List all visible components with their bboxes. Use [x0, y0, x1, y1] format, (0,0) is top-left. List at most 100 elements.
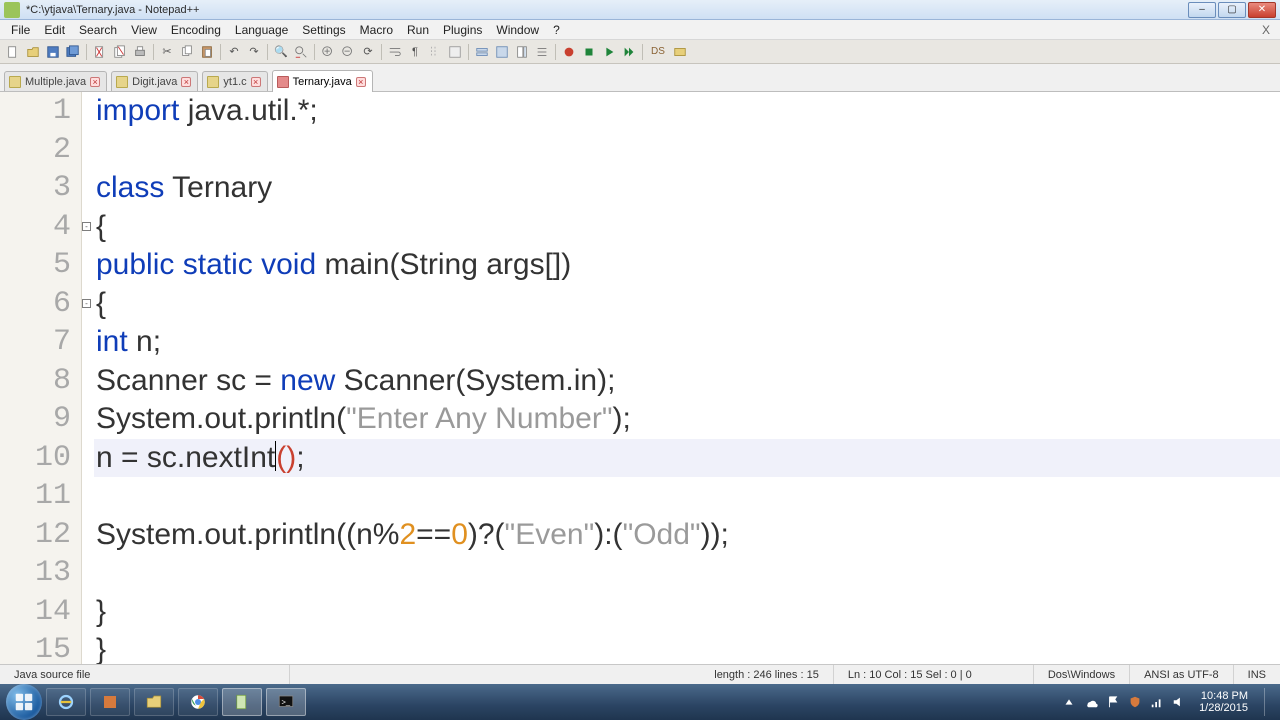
tab-label: yt1.c	[223, 76, 246, 88]
code-area[interactable]: import java.util.*;class Ternary{public …	[94, 92, 1280, 664]
tab-digit[interactable]: Digit.java×	[111, 71, 198, 91]
tab-close-icon[interactable]: ×	[251, 77, 261, 87]
tab-ternary[interactable]: Ternary.java ×	[272, 70, 373, 92]
tray-volume-icon[interactable]	[1171, 694, 1187, 710]
start-button[interactable]	[6, 684, 42, 720]
line-number: 3	[0, 169, 81, 208]
tb-copy-icon[interactable]	[178, 43, 196, 61]
tb-stop-icon[interactable]	[580, 43, 598, 61]
tray-shield-icon[interactable]	[1127, 694, 1143, 710]
tb-paste-icon[interactable]	[198, 43, 216, 61]
code-line[interactable]: int n;	[94, 323, 1280, 362]
code-line[interactable]	[94, 554, 1280, 593]
tb-new-icon[interactable]	[4, 43, 22, 61]
code-line[interactable]	[94, 131, 1280, 170]
code-line[interactable]: System.out.println((n%2==0)?("Even"):("O…	[94, 516, 1280, 555]
menu-view[interactable]: View	[124, 21, 164, 39]
menu-search[interactable]: Search	[72, 21, 124, 39]
tb-lang-icon[interactable]	[446, 43, 464, 61]
menu-x-hint[interactable]: X	[1262, 23, 1276, 37]
task-notepadpp[interactable]	[222, 688, 262, 716]
tb-save-icon[interactable]	[44, 43, 62, 61]
task-app-1[interactable]	[90, 688, 130, 716]
menu-edit[interactable]: Edit	[37, 21, 72, 39]
menu-window[interactable]: Window	[489, 21, 546, 39]
task-ie[interactable]	[46, 688, 86, 716]
code-line[interactable]: public static void main(String args[])	[94, 246, 1280, 285]
file-icon	[116, 76, 128, 88]
tb-find-icon[interactable]: 🔍	[272, 43, 290, 61]
tb-wordwrap-icon[interactable]	[386, 43, 404, 61]
code-line[interactable]: }	[94, 631, 1280, 664]
close-button[interactable]: ✕	[1248, 2, 1276, 18]
tb-close-icon[interactable]	[91, 43, 109, 61]
menu-encoding[interactable]: Encoding	[164, 21, 228, 39]
tb-fold-icon[interactable]	[473, 43, 491, 61]
tb-undo-icon[interactable]: ↶	[225, 43, 243, 61]
line-number: 2	[0, 131, 81, 170]
menu-file[interactable]: File	[4, 21, 37, 39]
tb-play-multi-icon[interactable]	[620, 43, 638, 61]
task-explorer[interactable]	[134, 688, 174, 716]
menu-help[interactable]: ?	[546, 21, 567, 39]
tb-zoom-out-icon[interactable]	[339, 43, 357, 61]
tb-close-all-icon[interactable]	[111, 43, 129, 61]
tb-indent-guide-icon[interactable]	[426, 43, 444, 61]
code-line[interactable]: {	[94, 285, 1280, 324]
chrome-icon	[189, 693, 207, 711]
menu-run[interactable]: Run	[400, 21, 436, 39]
taskbar-clock[interactable]: 10:48 PM 1/28/2015	[1193, 690, 1254, 714]
tb-docmap-icon[interactable]	[513, 43, 531, 61]
fold-column[interactable]: --	[82, 92, 94, 664]
tb-play-icon[interactable]	[600, 43, 618, 61]
menu-macro[interactable]: Macro	[353, 21, 400, 39]
code-line[interactable]: System.out.println("Enter Any Number");	[94, 400, 1280, 439]
fold-toggle-icon[interactable]: -	[82, 222, 91, 231]
task-cmd[interactable]: >_	[266, 688, 306, 716]
tb-zoom-in-icon[interactable]	[319, 43, 337, 61]
tray-network-icon[interactable]	[1149, 694, 1165, 710]
tab-multiple[interactable]: Multiple.java×	[4, 71, 107, 91]
editor[interactable]: 123456789101112131415 -- import java.uti…	[0, 92, 1280, 664]
tb-ds-icon[interactable]: DS	[647, 43, 669, 61]
tb-replace-icon[interactable]	[292, 43, 310, 61]
line-number: 14	[0, 593, 81, 632]
minimize-button[interactable]: –	[1188, 2, 1216, 18]
tb-save-all-icon[interactable]	[64, 43, 82, 61]
tb-sync-icon[interactable]: ⟳	[359, 43, 377, 61]
code-line[interactable]	[94, 477, 1280, 516]
tab-close-icon[interactable]: ×	[181, 77, 191, 87]
tb-record-icon[interactable]	[560, 43, 578, 61]
code-line[interactable]: Scanner sc = new Scanner(System.in);	[94, 362, 1280, 401]
line-number: 10	[0, 439, 81, 478]
code-line[interactable]: import java.util.*;	[94, 92, 1280, 131]
tb-showchars-icon[interactable]: ¶	[406, 43, 424, 61]
tab-label: Ternary.java	[293, 76, 352, 88]
tab-close-icon[interactable]: ×	[356, 77, 366, 87]
code-line[interactable]: n = sc.nextInt();	[94, 439, 1280, 478]
tab-yt1c[interactable]: yt1.c ×	[202, 71, 267, 91]
tb-cut-icon[interactable]: ✂	[158, 43, 176, 61]
show-desktop-button[interactable]	[1264, 688, 1274, 716]
tray-flag-icon[interactable]	[1105, 694, 1121, 710]
code-line[interactable]: class Ternary	[94, 169, 1280, 208]
tb-settings-icon[interactable]	[671, 43, 689, 61]
tb-open-icon[interactable]	[24, 43, 42, 61]
tray-cloud-icon[interactable]	[1083, 694, 1099, 710]
terminal-icon: >_	[277, 693, 295, 711]
code-line[interactable]: {	[94, 208, 1280, 247]
code-line[interactable]: }	[94, 593, 1280, 632]
task-chrome[interactable]	[178, 688, 218, 716]
tb-funclist-icon[interactable]	[533, 43, 551, 61]
tb-print-icon[interactable]	[131, 43, 149, 61]
fold-toggle-icon[interactable]: -	[82, 299, 91, 308]
tab-close-icon[interactable]: ×	[90, 77, 100, 87]
menu-language[interactable]: Language	[228, 21, 295, 39]
menu-plugins[interactable]: Plugins	[436, 21, 489, 39]
tray-up-icon[interactable]	[1061, 694, 1077, 710]
tb-redo-icon[interactable]: ↷	[245, 43, 263, 61]
maximize-button[interactable]: ▢	[1218, 2, 1246, 18]
tb-unfold-icon[interactable]	[493, 43, 511, 61]
menu-settings[interactable]: Settings	[295, 21, 352, 39]
status-position: Ln : 10 Col : 15 Sel : 0 | 0	[834, 665, 1034, 684]
